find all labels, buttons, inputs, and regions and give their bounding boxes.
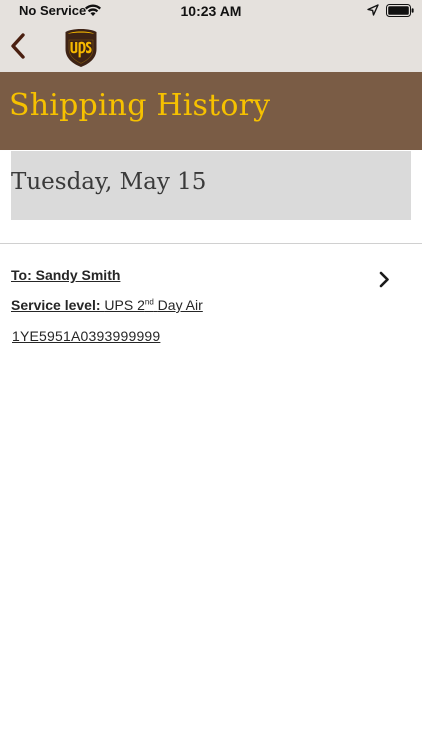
chevron-right-icon[interactable] — [378, 271, 390, 288]
section-divider — [0, 243, 422, 244]
clock: 10:23 AM — [180, 3, 242, 19]
service-level-label: Service level: — [11, 297, 101, 313]
shipment-list-item[interactable]: To: Sandy Smith Service level: UPS 2nd D… — [0, 255, 422, 355]
tracking-number-link[interactable]: 1YE5951A0393999999 — [12, 328, 160, 344]
ups-shield-logo — [65, 29, 97, 67]
date-header-label: Tuesday, May 15 — [11, 169, 207, 195]
service-level-ordinal: nd — [144, 297, 154, 307]
page-title: Shipping History — [9, 88, 271, 123]
page-banner: Shipping History — [0, 72, 422, 150]
recipient-label: To: Sandy Smith — [11, 267, 121, 283]
service-level-suffix: Day Air — [157, 297, 203, 313]
battery-icon — [386, 4, 414, 17]
service-level-prefix: UPS 2 — [104, 297, 145, 313]
location-arrow-icon — [367, 4, 379, 16]
date-section-header: Tuesday, May 15 — [11, 151, 411, 220]
navigation-bar: No Service 10:23 AM — [0, 0, 422, 72]
back-chevron-icon[interactable] — [8, 32, 28, 60]
status-bar: No Service 10:23 AM — [0, 0, 422, 22]
service-level-line: Service level: UPS 2nd Day Air — [11, 297, 203, 313]
